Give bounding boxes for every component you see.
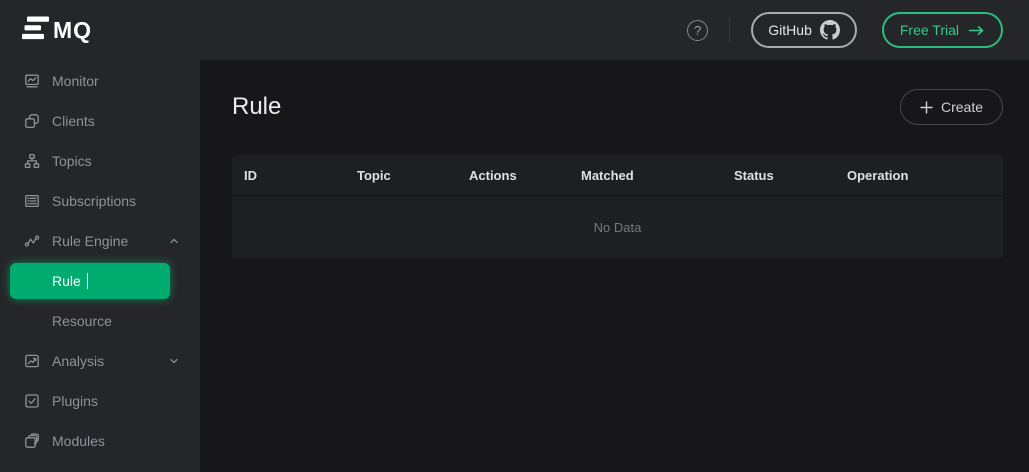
sidebar-item-label: Analysis: [52, 353, 104, 369]
sidebar-item-label: Modules: [52, 433, 105, 449]
free-trial-label: Free Trial: [900, 22, 959, 38]
sidebar-item-monitor[interactable]: Monitor: [0, 61, 200, 101]
table-header-row: ID Topic Actions Matched Status Operatio…: [232, 155, 1003, 196]
sidebar-item-label: Clients: [52, 113, 95, 129]
sidebar-item-clients[interactable]: Clients: [0, 101, 200, 141]
sidebar-subitem-rule[interactable]: Rule: [10, 263, 170, 299]
help-icon[interactable]: ?: [687, 20, 708, 41]
sidebar-subitem-resource[interactable]: Resource: [0, 301, 200, 341]
sidebar: MQ Monitor: [0, 0, 200, 472]
sidebar-item-label: Topics: [52, 153, 92, 169]
column-header-status: Status: [722, 168, 835, 183]
sidebar-item-label: Subscriptions: [52, 193, 136, 209]
text-caret: [87, 273, 89, 289]
sidebar-item-rule-engine[interactable]: Rule Engine: [0, 221, 200, 261]
page-header: Rule Create: [232, 89, 1003, 125]
app-window: MQ Monitor: [0, 0, 1029, 472]
plus-icon: [920, 101, 933, 114]
analysis-icon: [24, 353, 40, 369]
sidebar-item-plugins[interactable]: Plugins: [0, 381, 200, 421]
sidebar-subitem-label: Rule: [52, 273, 81, 289]
emq-logo[interactable]: MQ: [0, 0, 200, 60]
rules-table: ID Topic Actions Matched Status Operatio…: [232, 155, 1003, 259]
clients-icon: [24, 113, 40, 129]
sidebar-item-label: Rule Engine: [52, 233, 128, 249]
github-octocat-icon: [820, 20, 840, 40]
topbar: ? GitHub Free Trial: [200, 0, 1029, 60]
chevron-up-icon: [168, 235, 180, 247]
monitor-icon: [24, 73, 40, 89]
modules-icon: [24, 433, 40, 449]
github-button[interactable]: GitHub: [751, 12, 857, 48]
arrow-right-icon: [968, 25, 985, 36]
topics-icon: [24, 153, 40, 169]
sidebar-menu: Monitor Clients: [0, 60, 200, 461]
topbar-divider: [729, 17, 730, 43]
rule-engine-icon: [24, 233, 40, 249]
chevron-down-icon: [168, 355, 180, 367]
plugins-icon: [24, 393, 40, 409]
emq-e-bars-icon: [22, 16, 50, 45]
column-header-topic: Topic: [345, 168, 457, 183]
column-header-actions: Actions: [457, 168, 569, 183]
page-title: Rule: [232, 93, 281, 121]
sidebar-item-label: Plugins: [52, 393, 98, 409]
column-header-operation: Operation: [835, 168, 1003, 183]
create-button-label: Create: [941, 99, 983, 115]
create-button[interactable]: Create: [900, 89, 1003, 125]
free-trial-button[interactable]: Free Trial: [882, 12, 1003, 48]
sidebar-item-subscriptions[interactable]: Subscriptions: [0, 181, 200, 221]
content-area: Rule Create ID Topic Actions M: [200, 60, 1029, 472]
github-button-label: GitHub: [768, 22, 812, 38]
sidebar-item-modules[interactable]: Modules: [0, 421, 200, 461]
main-column: ? GitHub Free Trial: [200, 0, 1029, 472]
sidebar-item-analysis[interactable]: Analysis: [0, 341, 200, 381]
sidebar-item-topics[interactable]: Topics: [0, 141, 200, 181]
sidebar-subitem-label: Resource: [52, 313, 112, 329]
sidebar-item-label: Monitor: [52, 73, 99, 89]
subscriptions-icon: [24, 193, 40, 209]
column-header-matched: Matched: [569, 168, 722, 183]
logo-text: MQ: [53, 17, 92, 44]
no-data-text: No Data: [594, 220, 642, 235]
submenu-row: Rule: [0, 261, 200, 301]
column-header-id: ID: [232, 168, 345, 183]
empty-state: No Data: [232, 196, 1003, 259]
